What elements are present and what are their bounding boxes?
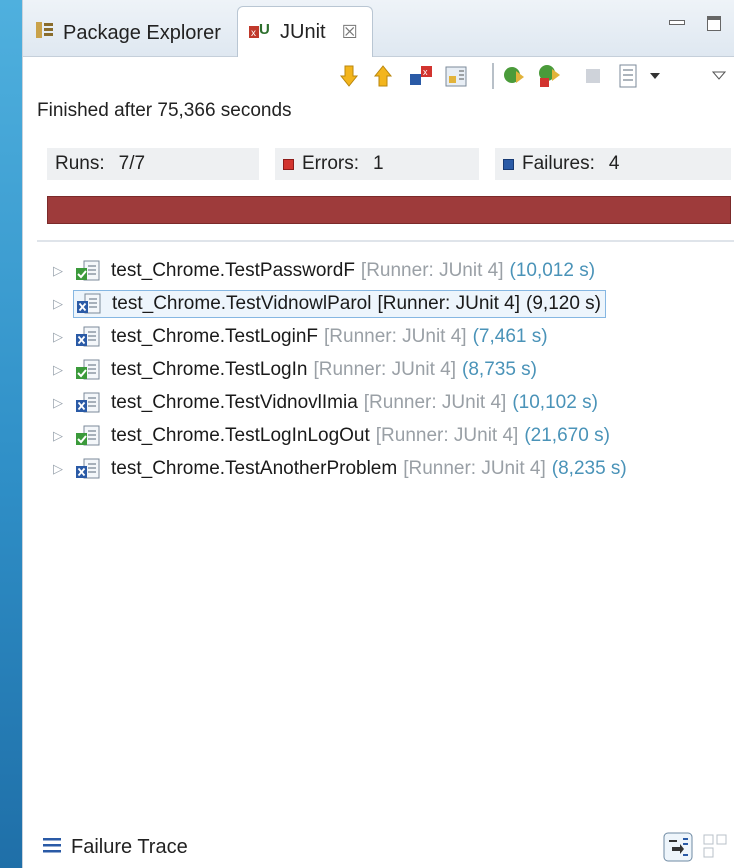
test-runner: [Runner: JUnit 4]	[377, 292, 521, 314]
runs-value: 7/7	[118, 153, 146, 174]
expand-arrow-icon[interactable]: ▷	[53, 428, 65, 444]
divider	[37, 240, 734, 242]
test-tree-item-content: test_Chrome.TestLogInLogOut [Runner: JUni…	[75, 425, 610, 447]
test-run-history-icon[interactable]	[615, 62, 643, 90]
test-duration: (8,735 s)	[462, 358, 538, 380]
dropdown-arrow-icon[interactable]	[641, 62, 669, 90]
failure-trace-actions	[663, 832, 729, 867]
test-failed-icon	[75, 326, 101, 348]
tab-junit-label: JUnit	[280, 20, 326, 43]
test-tree-item[interactable]: ▷ test_Chrome.TestVidnovlImia [Runner: JUn…	[53, 386, 733, 419]
test-passed-icon	[75, 425, 101, 447]
tab-junit[interactable]: x U JUnit ☒	[237, 6, 373, 57]
errors-counter: Errors: 1	[275, 148, 479, 180]
test-failed-icon	[75, 458, 101, 480]
show-failures-only-icon[interactable]: x	[407, 62, 435, 90]
junit-icon: x U	[248, 18, 272, 46]
test-tree-item-content: test_Chrome.TestLoginF [Runner: JUnit 4](…	[75, 326, 548, 348]
failure-trace-header: Failure Trace	[43, 836, 188, 859]
minimize-icon[interactable]	[667, 16, 685, 34]
test-name: test_Chrome.TestLogIn	[111, 358, 308, 380]
expand-arrow-icon[interactable]: ▷	[53, 362, 65, 378]
svg-text:U: U	[259, 21, 270, 38]
test-runner: [Runner: JUnit 4]	[375, 424, 519, 446]
scroll-lock-icon[interactable]	[443, 62, 471, 90]
test-tree-item[interactable]: ▷ test_Chrome.TestPasswordF [Runner: JUnit…	[53, 254, 733, 287]
rerun-failed-first-icon[interactable]	[537, 62, 565, 90]
test-duration: (8,235 s)	[551, 457, 627, 479]
expand-arrow-icon[interactable]: ▷	[53, 263, 65, 279]
test-name: test_Chrome.TestPasswordF	[111, 259, 355, 281]
maximize-icon[interactable]	[707, 16, 721, 31]
expand-arrow-icon[interactable]: ▷	[53, 329, 65, 345]
compare-result-icon[interactable]	[703, 832, 729, 867]
test-progress-bar	[47, 196, 731, 224]
test-failed-icon	[75, 392, 101, 414]
test-tree-item[interactable]: ▷ test_Chrome.TestVidnowlParol [Runner: JU…	[53, 287, 733, 320]
toolbar: x	[23, 62, 734, 96]
package-explorer-icon	[35, 20, 55, 46]
previous-failure-icon[interactable]	[369, 62, 397, 90]
view-menu-icon[interactable]	[705, 62, 733, 90]
junit-view-panel: Package Explorer x U JUnit ☒ x Finished …	[22, 0, 734, 868]
test-duration: (10,012 s)	[509, 259, 596, 281]
runs-counter: Runs: 7/7	[47, 148, 259, 180]
test-runner: [Runner: JUnit 4]	[403, 457, 546, 479]
failures-label: Failures:	[522, 153, 595, 174]
error-icon	[283, 158, 294, 170]
failure-icon	[503, 158, 514, 170]
test-runner: [Runner: JUnit 4]	[363, 391, 507, 413]
failures-counter: Failures: 4	[495, 148, 731, 180]
errors-value: 1	[373, 153, 384, 174]
tab-package-explorer[interactable]: Package Explorer	[35, 10, 221, 56]
test-passed-icon	[75, 260, 101, 282]
test-tree-item-content: test_Chrome.TestVidnovlImia [Runner: JUni…	[75, 392, 598, 414]
expand-arrow-icon[interactable]: ▷	[53, 461, 65, 477]
filter-stack-trace-icon[interactable]	[663, 832, 693, 867]
test-duration: (21,670 s)	[524, 424, 610, 446]
errors-label: Errors:	[302, 153, 359, 174]
test-name: test_Chrome.TestAnotherProblem	[111, 457, 398, 479]
test-tree-item[interactable]: ▷ test_Chrome.TestAnotherProblem [Runner: …	[53, 452, 733, 485]
stop-icon[interactable]	[579, 62, 607, 90]
test-name: test_Chrome.TestVidnowlParol	[112, 292, 372, 314]
test-failed-icon	[76, 293, 102, 315]
run-status-text: Finished after 75,366 seconds	[37, 100, 292, 121]
tab-package-explorer-label: Package Explorer	[63, 21, 221, 44]
test-duration: (7,461 s)	[472, 325, 548, 347]
test-tree: ▷ test_Chrome.TestPasswordF [Runner: JUnit…	[53, 254, 733, 485]
test-runner: [Runner: JUnit 4]	[324, 325, 467, 347]
counters-bar: Runs: 7/7 Errors: 1 Failures: 4	[47, 148, 731, 180]
test-duration: (10,102 s)	[512, 391, 598, 413]
next-failure-icon[interactable]	[335, 62, 363, 90]
test-name: test_Chrome.TestLogInLogOut	[111, 424, 370, 446]
expand-arrow-icon[interactable]: ▷	[53, 395, 65, 411]
test-tree-item[interactable]: ▷ test_Chrome.TestLogIn [Runner: JUnit 4](…	[53, 353, 733, 386]
test-tree-item-content: test_Chrome.TestAnotherProblem [Runner: J…	[75, 458, 627, 480]
svg-text:x: x	[251, 28, 256, 39]
test-tree-item-content: test_Chrome.TestVidnowlParol [Runner: JUn…	[73, 289, 607, 318]
expand-arrow-icon[interactable]: ▷	[53, 296, 65, 312]
test-tree-item[interactable]: ▷ test_Chrome.TestLoginF [Runner: JUnit 4]…	[53, 320, 733, 353]
tab-bar: Package Explorer x U JUnit ☒	[23, 0, 734, 57]
close-tab-icon[interactable]: ☒	[342, 22, 358, 43]
test-duration: (9,120 s)	[526, 292, 602, 314]
test-tree-item[interactable]: ▷ test_Chrome.TestLogInLogOut [Runner: JUn…	[53, 419, 733, 452]
failures-value: 4	[608, 153, 620, 174]
test-name: test_Chrome.TestLoginF	[111, 325, 318, 347]
test-runner: [Runner: JUnit 4]	[360, 259, 504, 281]
runs-label: Runs:	[55, 153, 105, 174]
failure-trace-label: Failure Trace	[71, 836, 188, 858]
test-name: test_Chrome.TestVidnovlImia	[111, 391, 358, 413]
rerun-test-icon[interactable]	[501, 62, 529, 90]
test-runner: [Runner: JUnit 4]	[313, 358, 457, 380]
test-passed-icon	[75, 359, 101, 381]
test-tree-item-content: test_Chrome.TestLogIn [Runner: JUnit 4] (8…	[75, 359, 537, 381]
failure-trace-list-icon	[43, 836, 61, 859]
test-tree-item-content: test_Chrome.TestPasswordF [Runner: JUnit …	[75, 260, 595, 282]
svg-text:x: x	[423, 67, 428, 77]
